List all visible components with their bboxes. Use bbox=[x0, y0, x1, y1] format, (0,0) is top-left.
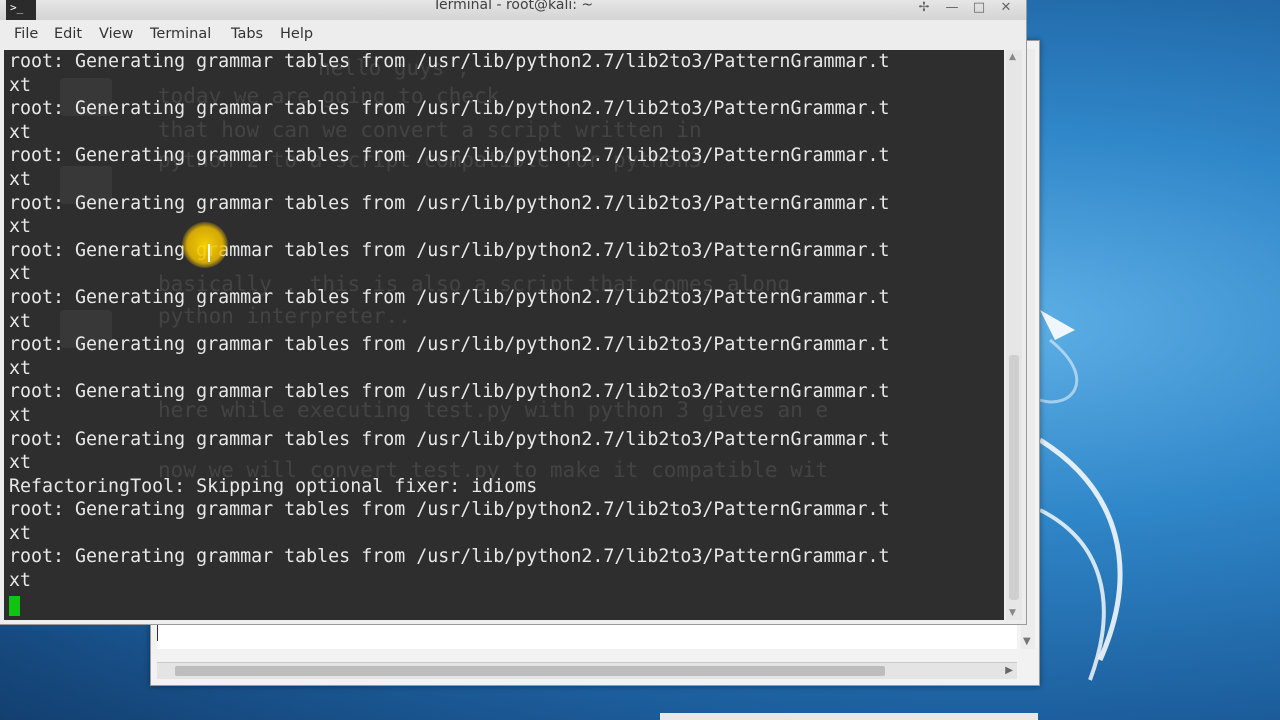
menu-edit[interactable]: Edit bbox=[54, 26, 82, 42]
terminal-line: xt bbox=[9, 74, 32, 96]
terminal-line: root: Generating grammar tables from /us… bbox=[9, 546, 890, 568]
menu-terminal[interactable]: Terminal bbox=[150, 26, 211, 42]
terminal-line: xt bbox=[9, 522, 32, 544]
scroll-down-arrow-icon[interactable]: ▼ bbox=[1009, 608, 1016, 618]
mouse-ibeam-cursor-icon bbox=[208, 244, 210, 262]
terminal-line: root: Generating grammar tables from /us… bbox=[9, 145, 890, 167]
menu-file[interactable]: File bbox=[14, 26, 38, 42]
mouse-highlight bbox=[182, 222, 228, 268]
horizontal-scroll-thumb[interactable] bbox=[175, 666, 885, 676]
terminal-line: root: Generating grammar tables from /us… bbox=[9, 499, 890, 521]
ghost-launcher-icon bbox=[60, 78, 112, 116]
ghost-launcher-icon bbox=[60, 166, 112, 204]
terminal-line: root: Generating grammar tables from /us… bbox=[9, 381, 890, 403]
scroll-down-arrow-icon[interactable]: ▼ bbox=[1023, 636, 1031, 647]
terminal-line: xt bbox=[9, 168, 32, 190]
terminal-line: xt bbox=[9, 404, 32, 426]
scroll-up-arrow-icon[interactable]: ▲ bbox=[1009, 52, 1016, 62]
terminal-line: root: Generating grammar tables from /us… bbox=[9, 192, 890, 214]
terminal-output-text: root: Generating grammar tables from /us… bbox=[9, 50, 890, 593]
editor-text-cursor bbox=[157, 623, 158, 641]
terminal-line: root: Generating grammar tables from /us… bbox=[9, 239, 890, 261]
menu-tabs[interactable]: Tabs bbox=[231, 26, 263, 42]
taskbar-fragment bbox=[660, 713, 1038, 720]
terminal-line: xt bbox=[9, 570, 32, 592]
terminal-line: RefactoringTool: Skipping optional fixer… bbox=[9, 475, 538, 497]
terminal-window[interactable]: >_ Terminal - root@kali: ~ ✢ — □ ✕ File … bbox=[0, 0, 1027, 625]
terminal-line: root: Generating grammar tables from /us… bbox=[9, 98, 890, 120]
menu-help[interactable]: Help bbox=[280, 26, 313, 42]
ghost-launcher-icon bbox=[60, 310, 112, 348]
maximize-button[interactable]: □ bbox=[967, 0, 991, 18]
terminal-line: xt bbox=[9, 263, 32, 285]
terminal-line: root: Generating grammar tables from /us… bbox=[9, 51, 890, 72]
terminal-line: xt bbox=[9, 452, 32, 474]
terminal-line: xt bbox=[9, 216, 32, 238]
terminal-line: xt bbox=[9, 121, 32, 143]
menu-view[interactable]: View bbox=[99, 26, 133, 42]
terminal-line: root: Generating grammar tables from /us… bbox=[9, 286, 890, 308]
menu-bar: File Edit View Terminal Tabs Help bbox=[0, 24, 1026, 48]
terminal-output-area[interactable]: root: Generating grammar tables from /us… bbox=[4, 50, 1004, 620]
kali-dragon-wallpaper-art bbox=[1038, 310, 1123, 681]
terminal-cursor bbox=[9, 596, 20, 616]
close-button[interactable]: ✕ bbox=[994, 0, 1018, 18]
terminal-line: root: Generating grammar tables from /us… bbox=[9, 334, 890, 356]
minimize-button[interactable]: — bbox=[940, 0, 964, 18]
terminal-line: xt bbox=[9, 357, 32, 379]
vertical-scroll-thumb[interactable] bbox=[1009, 355, 1019, 600]
terminal-vertical-scrollbar[interactable]: ▲ ▼ bbox=[1006, 50, 1022, 620]
scroll-right-arrow-icon[interactable]: ▶ bbox=[1005, 663, 1013, 679]
title-bar[interactable]: >_ Terminal - root@kali: ~ ✢ — □ ✕ bbox=[0, 0, 1026, 20]
terminal-line: root: Generating grammar tables from /us… bbox=[9, 428, 890, 450]
terminal-line: xt bbox=[9, 310, 32, 332]
editor-horizontal-scrollbar[interactable]: ▶ bbox=[157, 662, 1017, 679]
pin-icon[interactable]: ✢ bbox=[912, 0, 936, 18]
window-title: Terminal - root@kali: ~ bbox=[432, 0, 594, 13]
